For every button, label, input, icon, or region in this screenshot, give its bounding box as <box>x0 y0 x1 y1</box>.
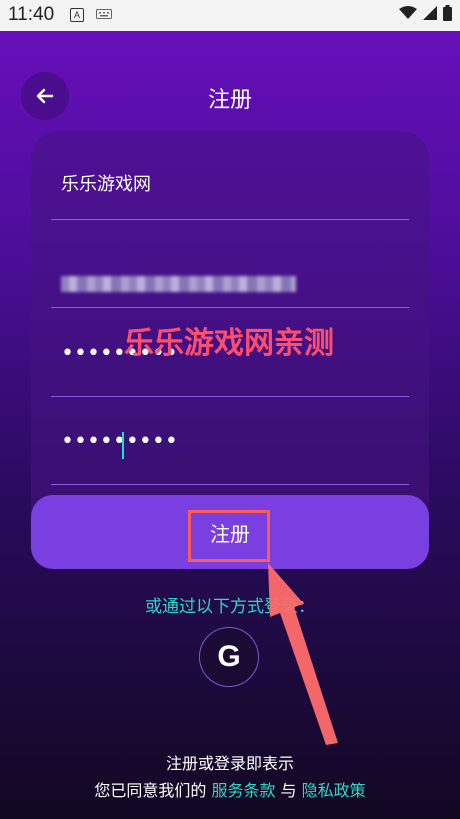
confirm-password-mask: ••••••••• <box>61 429 178 454</box>
terms-prefix: 您已同意我们的 <box>94 781 212 800</box>
annotation-arrow <box>268 563 338 745</box>
status-icons <box>399 5 452 21</box>
password-underline <box>51 396 409 397</box>
wifi-icon <box>399 6 417 19</box>
terms-line-1: 注册或登录即表示 <box>165 754 294 773</box>
email-underline <box>51 307 409 308</box>
status-bar: 11:40 A <box>0 0 460 31</box>
confirm-password-field[interactable]: ••••••••• <box>51 425 409 485</box>
username-field[interactable]: 乐乐游戏网 <box>51 160 409 220</box>
battery-icon <box>443 5 452 21</box>
confirm-password-underline <box>51 484 409 485</box>
email-field[interactable] <box>51 248 409 308</box>
terms-of-service-link[interactable]: 服务条款 <box>211 781 275 800</box>
privacy-policy-link[interactable]: 隐私政策 <box>302 781 366 800</box>
email-value-blurred <box>61 276 296 292</box>
annotation-highlight-box <box>188 510 270 562</box>
keyboard-icon <box>96 9 112 19</box>
watermark-text: 乐乐游戏网亲测 <box>124 326 334 361</box>
google-icon: G <box>217 640 241 673</box>
page-title: 注册 <box>207 88 252 113</box>
a-icon: A <box>70 8 84 22</box>
username-underline <box>51 219 409 220</box>
terms-line-2: 您已同意我们的 服务条款 与 隐私政策 <box>0 777 460 801</box>
alt-login-text: 或通过以下方式登录： <box>145 597 315 617</box>
status-time: 11:40 <box>8 4 55 25</box>
username-value: 乐乐游戏网 <box>61 174 151 195</box>
signal-icon <box>423 6 437 20</box>
terms-connector: 与 <box>275 781 302 800</box>
text-cursor <box>122 432 124 459</box>
